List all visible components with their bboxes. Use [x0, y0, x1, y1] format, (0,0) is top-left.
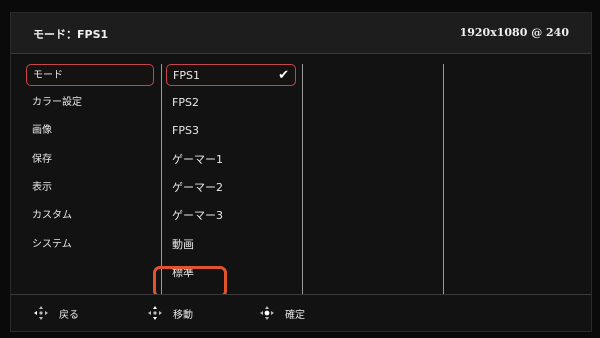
mode-option-gamer3[interactable]: ゲーマー3 — [166, 205, 296, 227]
sidebar-item-label: システム — [32, 239, 72, 250]
mode-option-movie[interactable]: 動画 — [166, 234, 296, 256]
resolution-readout: 1920x1080 @ 240 — [459, 26, 569, 39]
mode-option-gamer2[interactable]: ゲーマー2 — [166, 177, 296, 199]
mode-option-label: FPS3 — [172, 124, 199, 137]
mode-option-label: FPS2 — [172, 96, 199, 109]
dpad-icon — [34, 306, 48, 320]
monitor-screen: モード：FPS1 1920x1080 @ 240 モード カラー設定 画像 保存… — [0, 0, 600, 338]
dpad-icon — [148, 306, 162, 320]
footer-back-label: 戻る — [59, 309, 79, 321]
sidebar-item-mode[interactable]: モード — [26, 64, 154, 86]
sidebar-item-label: カスタム — [32, 210, 72, 221]
sidebar-item-image[interactable]: 画像 — [26, 120, 154, 142]
sidebar-item-label: 表示 — [32, 182, 52, 193]
mode-option-label: ゲーマー3 — [172, 209, 223, 222]
osd-header: モード：FPS1 1920x1080 @ 240 — [11, 13, 591, 54]
mode-option-label: ゲーマー2 — [172, 181, 223, 194]
sidebar-item-label: 保存 — [32, 154, 52, 165]
footer-confirm-label: 確定 — [285, 309, 305, 321]
sidebar-item-custom[interactable]: カスタム — [26, 205, 154, 227]
check-icon: ✔ — [278, 68, 289, 83]
mode-option-label: 動画 — [172, 238, 194, 251]
footer-confirm[interactable]: 確定 — [259, 305, 305, 321]
dpad-icon — [260, 306, 274, 320]
sidebar-item-label: モード — [33, 70, 63, 81]
sidebar-item-label: カラー設定 — [32, 97, 82, 108]
sidebar-item-save[interactable]: 保存 — [26, 149, 154, 171]
mode-option-gamer1[interactable]: ゲーマー1 — [166, 149, 296, 171]
mode-option-fps3[interactable]: FPS3 — [166, 120, 296, 142]
footer-move[interactable]: 移動 — [147, 305, 193, 321]
column-divider — [161, 64, 162, 294]
mode-option-fps1[interactable]: FPS1 ✔ — [166, 64, 296, 86]
footer-back[interactable]: 戻る — [33, 305, 79, 321]
sidebar-item-color-settings[interactable]: カラー設定 — [26, 92, 154, 114]
osd-content: モード カラー設定 画像 保存 表示 カスタム システム FPS1 ✔ FPS2… — [11, 54, 591, 298]
footer-move-label: 移動 — [173, 309, 193, 321]
sidebar-item-display[interactable]: 表示 — [26, 177, 154, 199]
current-mode-title: モード：FPS1 — [33, 28, 109, 41]
osd-footer: 戻る 移動 確定 — [11, 294, 591, 331]
column-divider — [302, 64, 303, 294]
column-divider — [443, 64, 444, 294]
sidebar-item-system[interactable]: システム — [26, 234, 154, 256]
sidebar-item-label: 画像 — [32, 125, 52, 136]
mode-option-label: ゲーマー1 — [172, 153, 223, 166]
mode-option-fps2[interactable]: FPS2 — [166, 92, 296, 114]
mode-option-label: FPS1 — [173, 69, 200, 82]
osd-menu: モード：FPS1 1920x1080 @ 240 モード カラー設定 画像 保存… — [10, 12, 592, 332]
